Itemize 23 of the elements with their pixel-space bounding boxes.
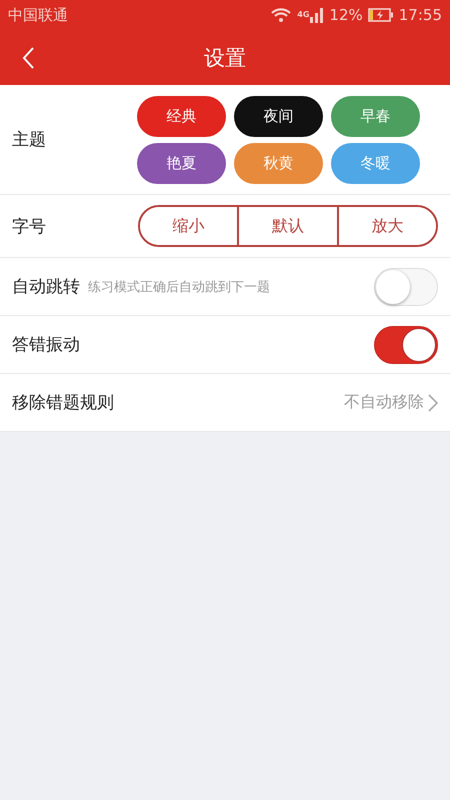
font-size-button[interactable]: 放大 bbox=[336, 207, 436, 245]
chevron-right-icon bbox=[428, 394, 438, 412]
setting-label: 自动跳转 bbox=[12, 276, 80, 298]
signal-icon bbox=[310, 7, 324, 23]
toggle-switch[interactable] bbox=[374, 326, 438, 364]
carrier-name: 中国联通 bbox=[8, 6, 68, 24]
theme-button[interactable]: 经典 bbox=[137, 96, 226, 136]
theme-button[interactable]: 早春 bbox=[331, 96, 420, 136]
theme-button[interactable]: 夜间 bbox=[234, 96, 323, 136]
clock-time: 17:55 bbox=[398, 6, 442, 24]
setting-label: 答错振动 bbox=[12, 334, 80, 356]
setting-label: 字号 bbox=[12, 216, 46, 238]
remove-rule-selector[interactable]: 不自动移除 bbox=[344, 392, 438, 413]
setting-label: 移除错题规则 bbox=[12, 392, 114, 414]
setting-label: 主题 bbox=[12, 129, 46, 151]
battery-charging-icon bbox=[368, 8, 394, 22]
page-title: 设置 bbox=[204, 44, 246, 72]
back-icon bbox=[21, 46, 35, 70]
battery-percent: 12% bbox=[329, 6, 363, 24]
wifi-icon bbox=[270, 7, 292, 23]
setting-hint: 练习模式正确后自动跳到下一题 bbox=[88, 278, 270, 296]
theme-button[interactable]: 艳夏 bbox=[137, 142, 226, 184]
network-type: 4G bbox=[297, 10, 310, 19]
